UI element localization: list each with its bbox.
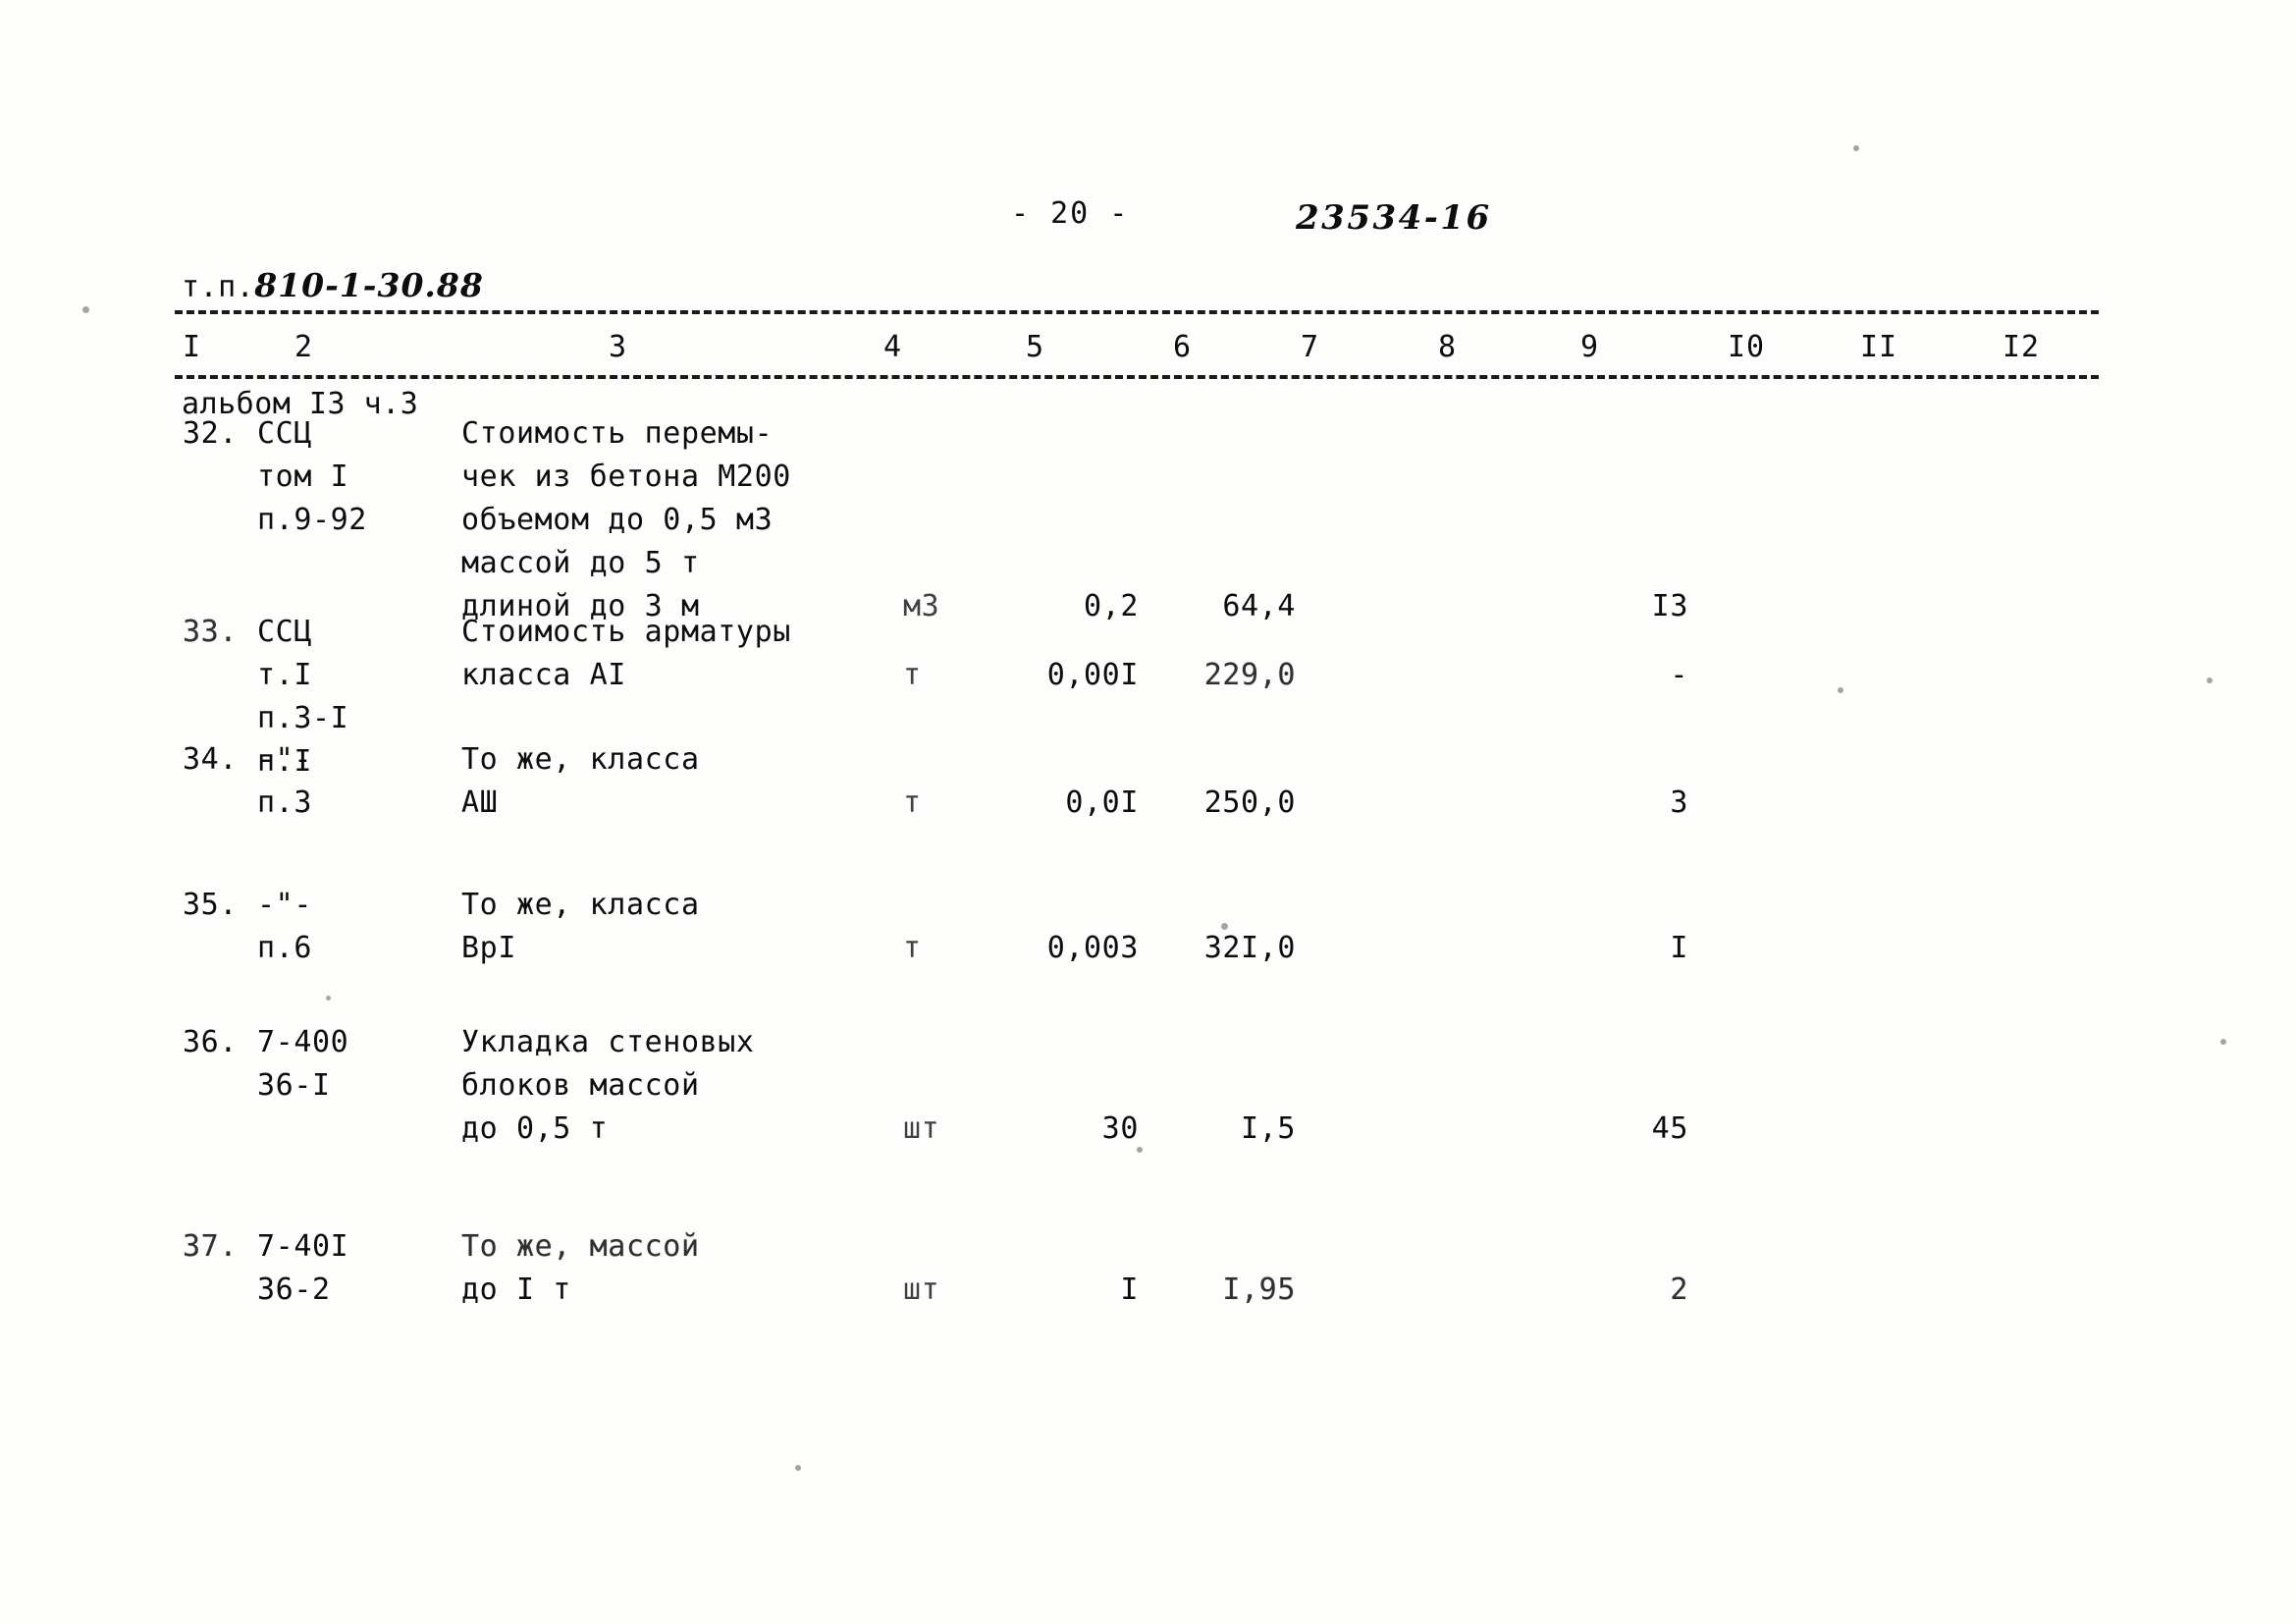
- table-row: 36. 7-400 36-I Укладка стеновых блоков массо…: [0, 1021, 2296, 1151]
- document-number-handwritten: 810-1-30.88: [254, 266, 484, 305]
- cell-code-line: п.3-I: [257, 701, 349, 735]
- cell-unit: шт: [903, 1111, 940, 1146]
- document-type-prefix: т.п.: [182, 270, 255, 305]
- cell-col9: 3: [1670, 785, 1688, 820]
- cell-col9: I: [1670, 931, 1688, 965]
- cell-item-number: 32.: [183, 416, 238, 451]
- cell-description-line: То же, класса: [461, 742, 700, 777]
- cell-col6: 32I,0: [1203, 931, 1296, 965]
- cell-unit: т: [903, 785, 922, 820]
- cell-description-line: То же, класса: [461, 888, 700, 922]
- column-header-9: 9: [1580, 330, 1600, 364]
- cell-description-line: Укладка стеновых: [461, 1025, 755, 1059]
- cell-description-line: Стоимость арматуры: [461, 615, 791, 649]
- cell-unit: шт: [903, 1272, 940, 1307]
- scan-speck: [2207, 677, 2213, 683]
- cell-item-number: 34.: [183, 742, 238, 777]
- cell-description-line: чек из бетона М200: [461, 460, 791, 494]
- cell-description-line: ВрI: [461, 931, 516, 965]
- cell-code-line: ССЦ: [257, 615, 312, 649]
- cell-code-line: -"-: [257, 888, 312, 922]
- cell-item-number: 36.: [183, 1025, 238, 1059]
- table-row: 32. ССЦ том I п.9-92 Стоимость перемы-чек из…: [0, 412, 2296, 628]
- column-header-7: 7: [1301, 330, 1320, 364]
- cell-code-line: 36-I: [257, 1068, 331, 1103]
- column-header-3: 3: [609, 330, 628, 364]
- cell-description-line: класса АI: [461, 658, 626, 692]
- column-header-5: 5: [1026, 330, 1045, 364]
- cell-code-line: п.3: [257, 785, 312, 820]
- table-rule-top: [175, 310, 2099, 314]
- cell-unit: т: [903, 658, 922, 692]
- scan-speck: [82, 306, 89, 313]
- cell-col6: 250,0: [1203, 785, 1296, 820]
- column-header-11: II: [1860, 330, 1898, 364]
- cell-code-line: том I: [257, 460, 349, 494]
- table-rule-bottom: [175, 375, 2099, 379]
- scan-speck: [1137, 1147, 1143, 1153]
- cell-col5: 0,00I: [1046, 658, 1139, 692]
- column-header-10: I0: [1728, 330, 1766, 364]
- cell-col5: 30: [1101, 1111, 1139, 1146]
- column-header-2: 2: [294, 330, 314, 364]
- cell-col5: I: [1120, 1272, 1139, 1307]
- scan-speck: [1221, 923, 1228, 930]
- cell-description-line: массой до 5 т: [461, 546, 700, 580]
- cell-col9: -: [1670, 658, 1688, 692]
- cell-description-line: блоков массой: [461, 1068, 700, 1103]
- cell-code-line: п.6: [257, 931, 312, 965]
- cell-description-line: АШ: [461, 785, 499, 820]
- cell-item-number: 35.: [183, 888, 238, 922]
- scan-speck: [326, 996, 331, 1001]
- cell-description-line: до I т: [461, 1272, 571, 1307]
- cell-code-line: 7-40I: [257, 1229, 349, 1264]
- table-row: 34. -"- п.3 То же, класса АШ т 0,0I 250,0 3: [0, 738, 2296, 825]
- cell-description-line: объемом до 0,5 м3: [461, 503, 774, 537]
- cell-code-line: т.I: [257, 658, 312, 692]
- cell-col5: 0,003: [1046, 931, 1139, 965]
- cell-col6: I,95: [1222, 1272, 1296, 1307]
- column-header-1: I: [183, 330, 202, 364]
- document-code-handwritten: 23534-16: [1296, 198, 1492, 238]
- cell-code-line: п.9-92: [257, 503, 367, 537]
- column-header-12: I2: [2002, 330, 2041, 364]
- table-row: 37. 7-40I 36-2 То же, массой до I т шт I I,95 2: [0, 1225, 2296, 1312]
- scan-speck: [2220, 1039, 2226, 1045]
- cell-col9: 2: [1670, 1272, 1688, 1307]
- cell-code-line: 7-400: [257, 1025, 349, 1059]
- cell-code-line: ССЦ: [257, 416, 312, 451]
- cell-col6: I,5: [1241, 1111, 1296, 1146]
- scan-speck: [795, 1465, 801, 1471]
- cell-col9: 45: [1651, 1111, 1688, 1146]
- document-type-line: т.п.810-1-30.88: [182, 264, 484, 307]
- scanned-document-page: т.п.810-1-30.88 альбом I3 ч.3 - 20 - 235…: [0, 0, 2296, 1624]
- table-row: 35. -"- п.6 То же, класса ВрI т 0,003 32I,0 I: [0, 884, 2296, 970]
- cell-unit: т: [903, 931, 922, 965]
- cell-item-number: 37.: [183, 1229, 238, 1264]
- scan-speck: [1853, 145, 1859, 151]
- column-header-8: 8: [1438, 330, 1458, 364]
- cell-description-line: То же, массой: [461, 1229, 700, 1264]
- scan-speck: [1838, 687, 1843, 693]
- column-header-6: 6: [1173, 330, 1193, 364]
- cell-code-line: 36-2: [257, 1272, 331, 1307]
- table-column-header-row: I 2 3 4 5 6 7 8 9 I0 II I2: [0, 330, 2296, 373]
- column-header-4: 4: [883, 330, 903, 364]
- cell-description-line: Стоимость перемы-: [461, 416, 774, 451]
- cell-description-line: до 0,5 т: [461, 1111, 609, 1146]
- cell-item-number: 33.: [183, 615, 238, 649]
- cell-code-line: -"-: [257, 742, 312, 777]
- cell-col5: 0,0I: [1065, 785, 1139, 820]
- page-number: - 20 -: [1011, 196, 1130, 231]
- cell-col6: 229,0: [1203, 658, 1296, 692]
